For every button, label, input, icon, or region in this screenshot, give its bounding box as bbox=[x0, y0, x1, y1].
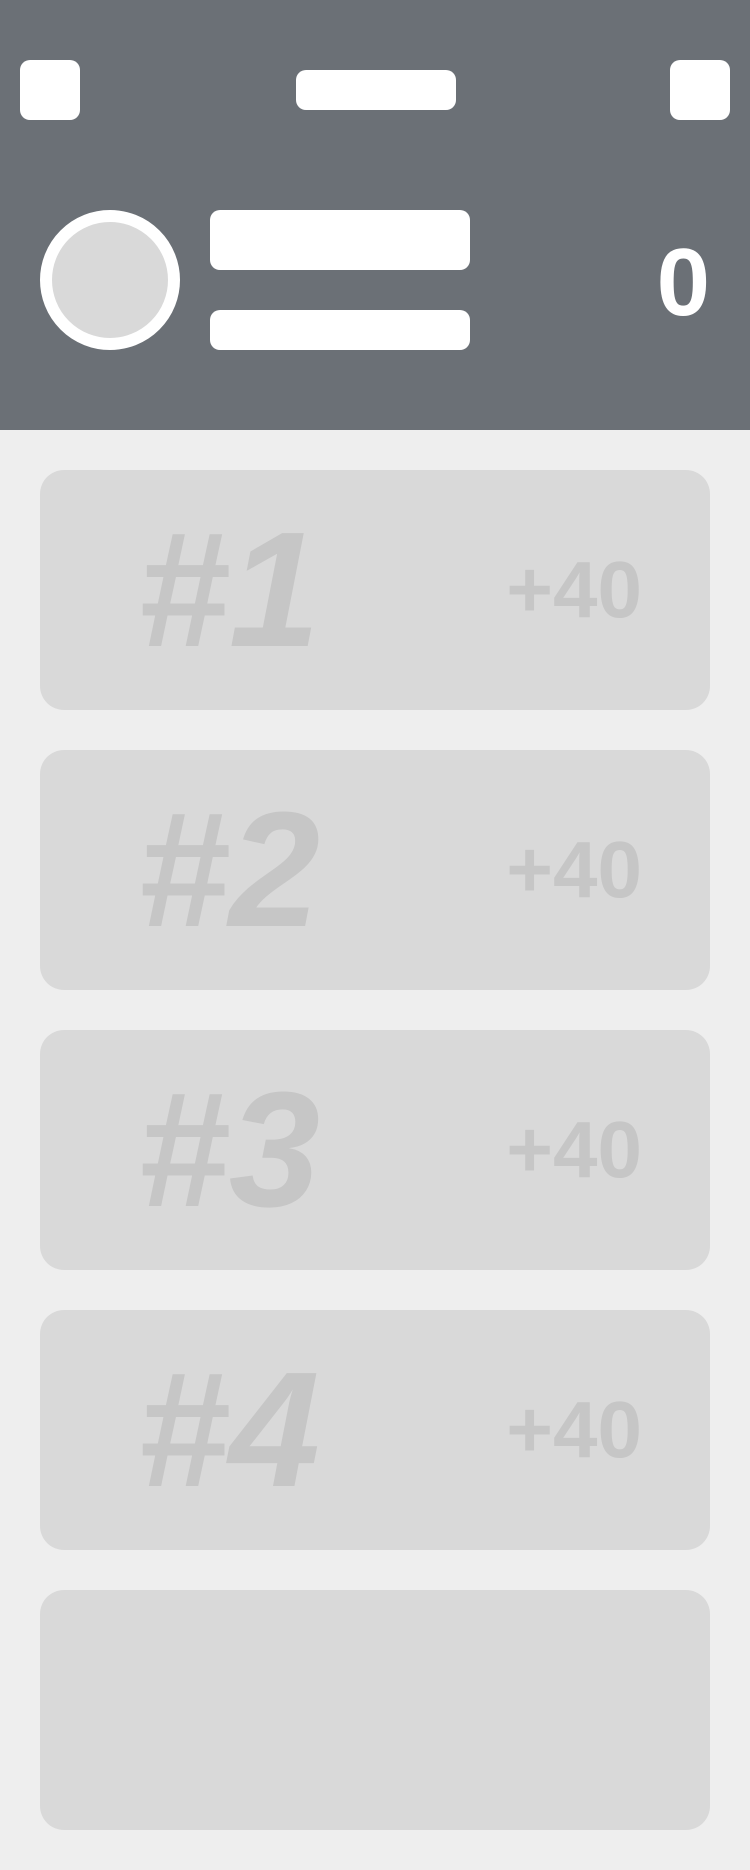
card-points: +40 bbox=[506, 825, 642, 914]
reward-card[interactable] bbox=[40, 1590, 710, 1830]
card-rank: #1 bbox=[137, 498, 320, 681]
header: 0 bbox=[0, 0, 750, 430]
reward-card[interactable]: #3 +40 bbox=[40, 1030, 710, 1270]
reward-list: #1 +40 #2 +40 #3 +40 #4 +40 bbox=[40, 470, 710, 1870]
username-placeholder bbox=[210, 210, 470, 270]
back-button[interactable] bbox=[20, 60, 80, 120]
menu-button[interactable] bbox=[670, 60, 730, 120]
reward-card[interactable]: #2 +40 bbox=[40, 750, 710, 990]
card-rank: #2 bbox=[137, 778, 320, 961]
card-points: +40 bbox=[506, 545, 642, 634]
card-points: +40 bbox=[506, 1105, 642, 1194]
reward-card[interactable]: #4 +40 bbox=[40, 1310, 710, 1550]
reward-card[interactable]: #1 +40 bbox=[40, 470, 710, 710]
subtitle-placeholder bbox=[210, 310, 470, 350]
page-title-placeholder bbox=[296, 70, 456, 110]
card-rank: #4 bbox=[137, 1338, 320, 1521]
card-points: +40 bbox=[506, 1385, 642, 1474]
score-value: 0 bbox=[656, 229, 710, 336]
avatar[interactable] bbox=[40, 210, 180, 350]
card-rank: #3 bbox=[137, 1058, 320, 1241]
